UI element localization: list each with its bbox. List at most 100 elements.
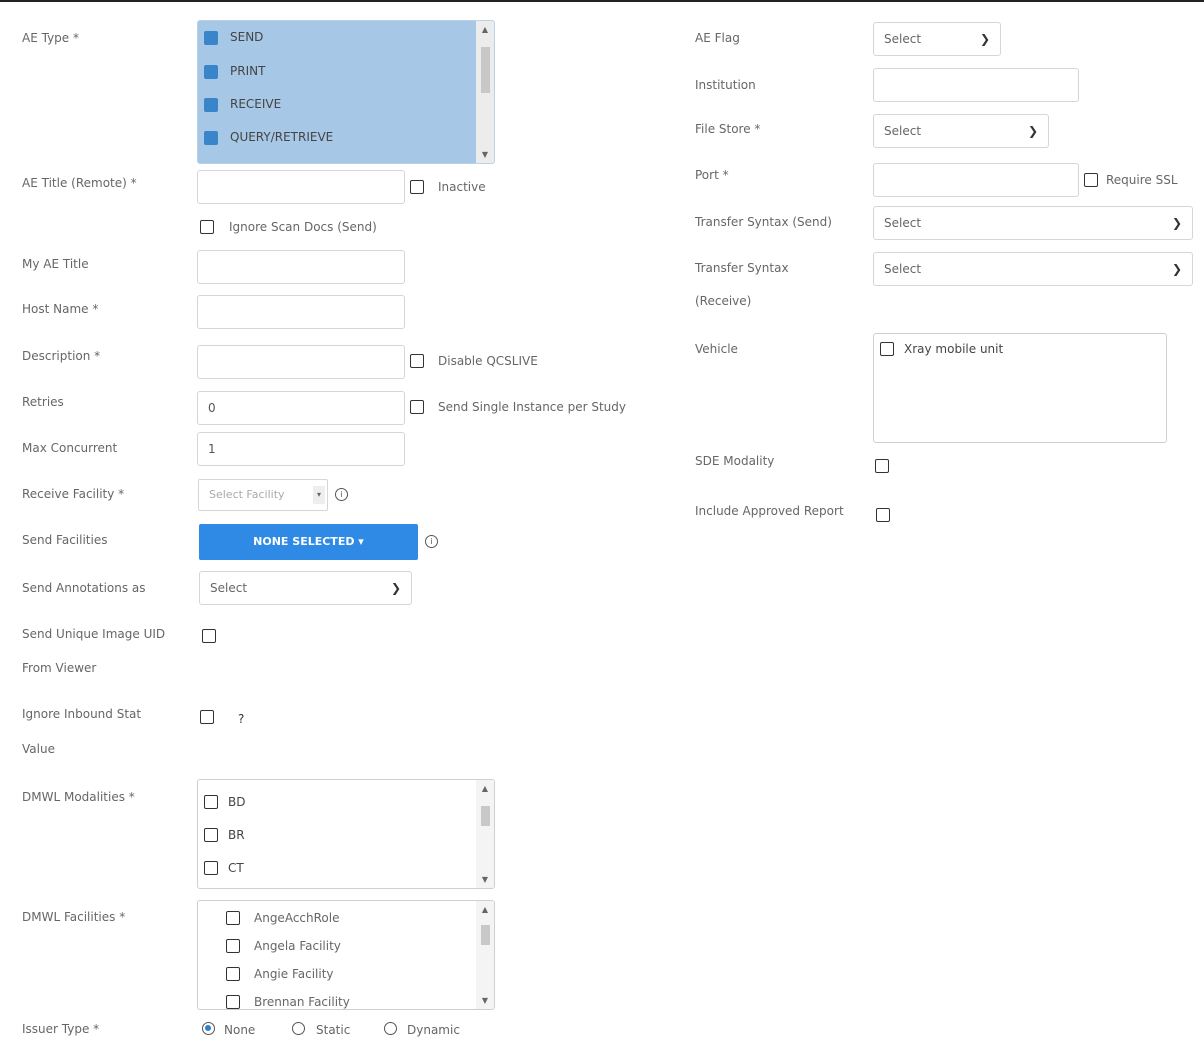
transfer-syntax-send-select[interactable]: Select ❯ [873, 206, 1193, 240]
ae-type-print-checkbox[interactable] [204, 65, 218, 79]
transfer-syntax-receive-label-1: Transfer Syntax [695, 261, 789, 275]
issuer-type-none-label: None [224, 1023, 256, 1037]
file-store-select[interactable]: Select ❯ [873, 114, 1049, 148]
inactive-checkbox[interactable] [410, 180, 424, 194]
scroll-down-icon[interactable]: ▼ [476, 875, 494, 884]
receive-facility-info-icon[interactable]: i [335, 488, 348, 501]
ae-type-receive-checkbox[interactable] [204, 98, 218, 112]
ae-type-listbox[interactable]: SEND PRINT RECEIVE QUERY/RETRIEVE ▲ ▼ [197, 20, 495, 164]
file-store-value: Select [884, 124, 922, 138]
ae-type-send-label: SEND [230, 30, 264, 44]
send-facilities-button[interactable]: NONE SELECTED ▾ [199, 524, 418, 560]
ignore-inbound-checkbox[interactable] [200, 710, 214, 724]
modality-bd-checkbox[interactable] [204, 795, 218, 809]
ae-flag-label: AE Flag [695, 31, 740, 45]
facility-3-checkbox[interactable] [226, 967, 240, 981]
ae-type-print-label: PRINT [230, 64, 266, 78]
ignore-scan-docs-checkbox[interactable] [200, 220, 214, 234]
send-annotations-select[interactable]: Select ❯ [199, 571, 412, 605]
scroll-thumb[interactable] [481, 47, 490, 93]
scroll-down-icon[interactable]: ▼ [476, 150, 494, 159]
ae-type-query-checkbox[interactable] [204, 131, 218, 145]
disable-qcslive-checkbox[interactable] [410, 354, 424, 368]
modality-ct-label: CT [228, 861, 244, 875]
transfer-syntax-send-value: Select [884, 216, 922, 230]
my-ae-title-label: My AE Title [22, 257, 89, 271]
retries-input[interactable] [197, 391, 405, 425]
vehicle-listbox[interactable]: Xray mobile unit [873, 333, 1167, 443]
issuer-type-dynamic-label: Dynamic [407, 1023, 460, 1037]
sde-modality-checkbox[interactable] [875, 459, 889, 473]
inactive-label: Inactive [438, 180, 486, 194]
ae-type-label: AE Type * [22, 31, 79, 45]
modalities-scrollbar[interactable]: ▲ ▼ [476, 780, 494, 888]
send-unique-uid-label-2: From Viewer [22, 661, 97, 675]
host-name-label: Host Name * [22, 302, 99, 316]
vehicle-label: Vehicle [695, 342, 738, 356]
description-input[interactable] [197, 345, 405, 379]
dmwl-modalities-label: DMWL Modalities * [22, 790, 135, 804]
transfer-syntax-receive-value: Select [884, 262, 922, 276]
chevron-down-icon: ❯ [979, 32, 990, 46]
send-unique-uid-checkbox[interactable] [202, 629, 216, 643]
scroll-up-icon[interactable]: ▲ [476, 905, 494, 914]
modality-ct-checkbox[interactable] [204, 861, 218, 875]
port-label: Port * [695, 168, 729, 182]
send-annotations-label: Send Annotations as [22, 581, 146, 595]
ae-type-send-checkbox[interactable] [204, 31, 218, 45]
send-facilities-info-icon[interactable]: i [425, 535, 438, 548]
include-approved-report-label: Include Approved Report [695, 504, 844, 518]
transfer-syntax-receive-select[interactable]: Select ❯ [873, 252, 1193, 286]
scroll-down-icon[interactable]: ▼ [476, 996, 494, 1005]
scroll-up-icon[interactable]: ▲ [476, 25, 494, 34]
ae-title-remote-input[interactable] [197, 170, 405, 204]
facility-dropdown-icon[interactable]: ▾ [313, 486, 325, 504]
vehicle-xray-checkbox[interactable] [880, 342, 894, 356]
disable-qcslive-label: Disable QCSLIVE [438, 354, 538, 368]
send-facilities-label: Send Facilities [22, 533, 108, 547]
max-concurrent-label: Max Concurrent [22, 441, 118, 455]
ignore-inbound-label-2: Value [22, 742, 55, 756]
include-approved-report-checkbox[interactable] [876, 508, 890, 522]
require-ssl-checkbox[interactable] [1084, 173, 1098, 187]
ignore-inbound-help-icon[interactable]: ? [238, 712, 244, 726]
facility-2-label: Angela Facility [254, 939, 341, 953]
scroll-thumb[interactable] [481, 925, 490, 945]
chevron-down-icon: ❯ [1171, 216, 1182, 230]
ae-flag-select[interactable]: Select ❯ [873, 22, 1001, 56]
require-ssl-label: Require SSL [1106, 173, 1178, 187]
ae-type-scrollbar[interactable]: ▲ ▼ [476, 21, 494, 163]
ae-flag-value: Select [884, 32, 922, 46]
receive-facility-placeholder: Select Facility [209, 488, 285, 501]
facility-1-checkbox[interactable] [226, 911, 240, 925]
dmwl-facilities-listbox[interactable]: AngeAcchRole Angela Facility Angie Facil… [197, 900, 495, 1010]
facility-1-label: AngeAcchRole [254, 911, 340, 925]
issuer-type-none-radio[interactable] [202, 1022, 215, 1035]
receive-facility-select[interactable]: Select Facility ▾ [198, 479, 328, 511]
facility-2-checkbox[interactable] [226, 939, 240, 953]
ae-type-receive-label: RECEIVE [230, 97, 282, 111]
scroll-up-icon[interactable]: ▲ [476, 784, 494, 793]
institution-label: Institution [695, 78, 756, 92]
send-single-instance-checkbox[interactable] [410, 400, 424, 414]
sde-modality-label: SDE Modality [695, 454, 775, 468]
my-ae-title-input[interactable] [197, 250, 405, 284]
max-concurrent-input[interactable] [197, 432, 405, 466]
ignore-inbound-label-1: Ignore Inbound Stat [22, 707, 142, 721]
port-input[interactable] [873, 163, 1079, 197]
facility-4-checkbox[interactable] [226, 995, 240, 1009]
dmwl-modalities-listbox[interactable]: BD BR CT ▲ ▼ [197, 779, 495, 889]
modality-br-checkbox[interactable] [204, 828, 218, 842]
institution-input[interactable] [873, 68, 1079, 102]
modality-bd-label: BD [228, 795, 246, 809]
transfer-syntax-receive-label-2: (Receive) [695, 294, 752, 308]
issuer-type-dynamic-radio[interactable] [384, 1022, 397, 1035]
host-name-input[interactable] [197, 295, 405, 329]
modality-br-label: BR [228, 828, 245, 842]
issuer-type-static-radio[interactable] [292, 1022, 305, 1035]
chevron-down-icon: ❯ [1027, 124, 1038, 138]
ignore-scan-docs-label: Ignore Scan Docs (Send) [229, 220, 377, 234]
issuer-type-label: Issuer Type * [22, 1022, 100, 1036]
scroll-thumb[interactable] [481, 806, 490, 826]
facilities-scrollbar[interactable]: ▲ ▼ [476, 901, 494, 1009]
